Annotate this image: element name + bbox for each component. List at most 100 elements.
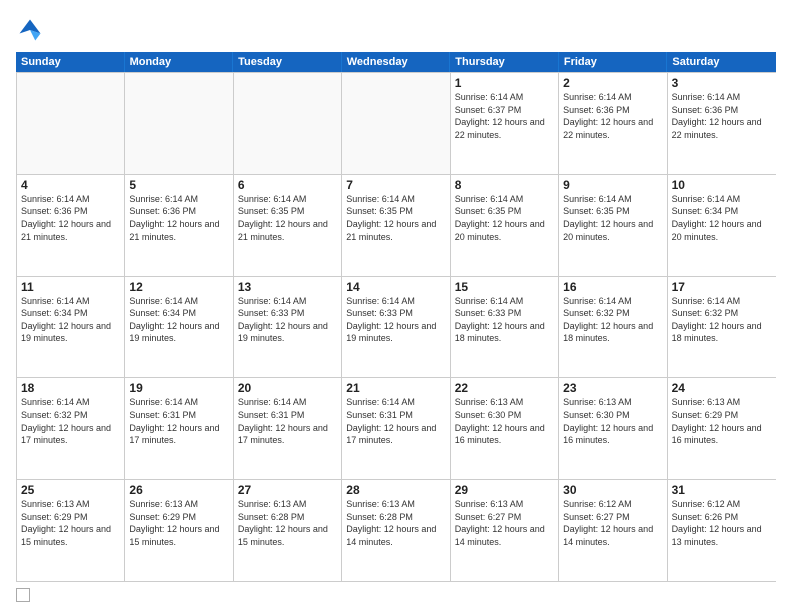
day-number: 20 [238, 381, 337, 395]
calendar-cell: 6Sunrise: 6:14 AMSunset: 6:35 PMDaylight… [234, 175, 342, 276]
day-number: 5 [129, 178, 228, 192]
sun-info: Sunrise: 6:14 AMSunset: 6:33 PMDaylight:… [455, 295, 554, 345]
sun-info: Sunrise: 6:13 AMSunset: 6:28 PMDaylight:… [346, 498, 445, 548]
sun-info: Sunrise: 6:14 AMSunset: 6:32 PMDaylight:… [563, 295, 662, 345]
calendar-cell: 29Sunrise: 6:13 AMSunset: 6:27 PMDayligh… [451, 480, 559, 581]
calendar-cell: 26Sunrise: 6:13 AMSunset: 6:29 PMDayligh… [125, 480, 233, 581]
day-number: 15 [455, 280, 554, 294]
sun-info: Sunrise: 6:13 AMSunset: 6:29 PMDaylight:… [672, 396, 772, 446]
day-number: 27 [238, 483, 337, 497]
logo-icon [16, 16, 44, 44]
calendar-row: 25 Sunrise: 6:13 AMSunset: 6:29 PMDayligh… [17, 479, 776, 581]
calendar-cell: 31Sunrise: 6:12 AMSunset: 6:26 PMDayligh… [668, 480, 776, 581]
day-number: 11 [21, 280, 120, 294]
day-number: 9 [563, 178, 662, 192]
calendar-cell: 18Sunrise: 6:14 AMSunset: 6:32 PMDayligh… [17, 378, 125, 479]
calendar-header-cell: Tuesday [233, 52, 342, 72]
day-number: 16 [563, 280, 662, 294]
calendar-cell: 30Sunrise: 6:12 AMSunset: 6:27 PMDayligh… [559, 480, 667, 581]
day-number: 19 [129, 381, 228, 395]
sun-info: Sunrise: 6:14 AMSunset: 6:31 PMDaylight:… [346, 396, 445, 446]
sun-info: Sunrise: 6:14 AMSunset: 6:36 PMDaylight:… [129, 193, 228, 243]
sun-info: Sunrise: 6:14 AMSunset: 6:36 PMDaylight:… [563, 91, 662, 141]
sun-info: Sunrise: 6:14 AMSunset: 6:33 PMDaylight:… [238, 295, 337, 345]
logo [16, 16, 48, 44]
page-header [16, 16, 776, 44]
day-number: 23 [563, 381, 662, 395]
calendar: SundayMondayTuesdayWednesdayThursdayFrid… [16, 52, 776, 582]
sun-info: Sunrise: 6:14 AMSunset: 6:31 PMDaylight:… [129, 396, 228, 446]
day-number: 22 [455, 381, 554, 395]
sun-info: Sunrise: 6:13 AMSunset: 6:30 PMDaylight:… [563, 396, 662, 446]
day-number: 12 [129, 280, 228, 294]
calendar-cell [342, 73, 450, 174]
sun-info: Sunrise: 6:14 AMSunset: 6:35 PMDaylight:… [346, 193, 445, 243]
sun-info: Sunrise: 6:14 AMSunset: 6:34 PMDaylight:… [129, 295, 228, 345]
day-number: 21 [346, 381, 445, 395]
calendar-cell: 4Sunrise: 6:14 AMSunset: 6:36 PMDaylight… [17, 175, 125, 276]
calendar-cell: 22Sunrise: 6:13 AMSunset: 6:30 PMDayligh… [451, 378, 559, 479]
calendar-cell: 15Sunrise: 6:14 AMSunset: 6:33 PMDayligh… [451, 277, 559, 378]
day-number: 3 [672, 76, 772, 90]
calendar-header: SundayMondayTuesdayWednesdayThursdayFrid… [16, 52, 776, 72]
sun-info: Sunrise: 6:14 AMSunset: 6:31 PMDaylight:… [238, 396, 337, 446]
calendar-header-cell: Thursday [450, 52, 559, 72]
calendar-cell: 3Sunrise: 6:14 AMSunset: 6:36 PMDaylight… [668, 73, 776, 174]
day-number: 8 [455, 178, 554, 192]
calendar-row: 1Sunrise: 6:14 AMSunset: 6:37 PMDaylight… [17, 72, 776, 174]
calendar-cell: 13Sunrise: 6:14 AMSunset: 6:33 PMDayligh… [234, 277, 342, 378]
calendar-row: 11Sunrise: 6:14 AMSunset: 6:34 PMDayligh… [17, 276, 776, 378]
calendar-cell: 11Sunrise: 6:14 AMSunset: 6:34 PMDayligh… [17, 277, 125, 378]
calendar-cell: 27Sunrise: 6:13 AMSunset: 6:28 PMDayligh… [234, 480, 342, 581]
day-number: 10 [672, 178, 772, 192]
sun-info: Sunrise: 6:14 AMSunset: 6:33 PMDaylight:… [346, 295, 445, 345]
calendar-cell: 21Sunrise: 6:14 AMSunset: 6:31 PMDayligh… [342, 378, 450, 479]
calendar-cell: 14Sunrise: 6:14 AMSunset: 6:33 PMDayligh… [342, 277, 450, 378]
sun-info: Sunrise: 6:13 AMSunset: 6:28 PMDaylight:… [238, 498, 337, 548]
day-number: 6 [238, 178, 337, 192]
day-number: 7 [346, 178, 445, 192]
calendar-cell [17, 73, 125, 174]
calendar-cell: 2Sunrise: 6:14 AMSunset: 6:36 PMDaylight… [559, 73, 667, 174]
calendar-cell: 24Sunrise: 6:13 AMSunset: 6:29 PMDayligh… [668, 378, 776, 479]
legend-box [16, 588, 30, 602]
sun-info: Sunrise: 6:13 AMSunset: 6:27 PMDaylight:… [455, 498, 554, 548]
calendar-cell: 16Sunrise: 6:14 AMSunset: 6:32 PMDayligh… [559, 277, 667, 378]
calendar-cell [125, 73, 233, 174]
calendar-cell: 17Sunrise: 6:14 AMSunset: 6:32 PMDayligh… [668, 277, 776, 378]
calendar-cell: 28Sunrise: 6:13 AMSunset: 6:28 PMDayligh… [342, 480, 450, 581]
calendar-cell: 9Sunrise: 6:14 AMSunset: 6:35 PMDaylight… [559, 175, 667, 276]
day-number: 17 [672, 280, 772, 294]
sun-info: Sunrise: 6:14 AMSunset: 6:32 PMDaylight:… [672, 295, 772, 345]
day-number: 25 [21, 483, 120, 497]
calendar-cell: 8Sunrise: 6:14 AMSunset: 6:35 PMDaylight… [451, 175, 559, 276]
sun-info: Sunrise: 6:14 AMSunset: 6:34 PMDaylight:… [672, 193, 772, 243]
calendar-cell [234, 73, 342, 174]
calendar-header-cell: Friday [559, 52, 668, 72]
sun-info: Sunrise: 6:14 AMSunset: 6:35 PMDaylight:… [563, 193, 662, 243]
calendar-cell: 25Sunrise: 6:13 AMSunset: 6:29 PMDayligh… [17, 480, 125, 581]
calendar-row: 18Sunrise: 6:14 AMSunset: 6:32 PMDayligh… [17, 377, 776, 479]
day-number: 29 [455, 483, 554, 497]
calendar-cell: 20Sunrise: 6:14 AMSunset: 6:31 PMDayligh… [234, 378, 342, 479]
calendar-header-cell: Saturday [667, 52, 776, 72]
day-number: 2 [563, 76, 662, 90]
day-number: 28 [346, 483, 445, 497]
sun-info: Sunrise: 6:12 AMSunset: 6:27 PMDaylight:… [563, 498, 662, 548]
calendar-page: SundayMondayTuesdayWednesdayThursdayFrid… [0, 0, 792, 612]
day-number: 18 [21, 381, 120, 395]
day-number: 30 [563, 483, 662, 497]
calendar-cell: 1Sunrise: 6:14 AMSunset: 6:37 PMDaylight… [451, 73, 559, 174]
calendar-cell: 12Sunrise: 6:14 AMSunset: 6:34 PMDayligh… [125, 277, 233, 378]
legend [16, 588, 776, 602]
calendar-header-cell: Monday [125, 52, 234, 72]
sun-info: Sunrise: 6:14 AMSunset: 6:37 PMDaylight:… [455, 91, 554, 141]
day-number: 1 [455, 76, 554, 90]
sun-info: Sunrise: 6:14 AMSunset: 6:34 PMDaylight:… [21, 295, 120, 345]
sun-info: Sunrise: 6:12 AMSunset: 6:26 PMDaylight:… [672, 498, 772, 548]
sun-info: Sunrise: 6:13 AMSunset: 6:29 PMDaylight:… [129, 498, 228, 548]
sun-info: Sunrise: 6:14 AMSunset: 6:32 PMDaylight:… [21, 396, 120, 446]
calendar-cell: 10Sunrise: 6:14 AMSunset: 6:34 PMDayligh… [668, 175, 776, 276]
day-number: 13 [238, 280, 337, 294]
calendar-cell: 5Sunrise: 6:14 AMSunset: 6:36 PMDaylight… [125, 175, 233, 276]
